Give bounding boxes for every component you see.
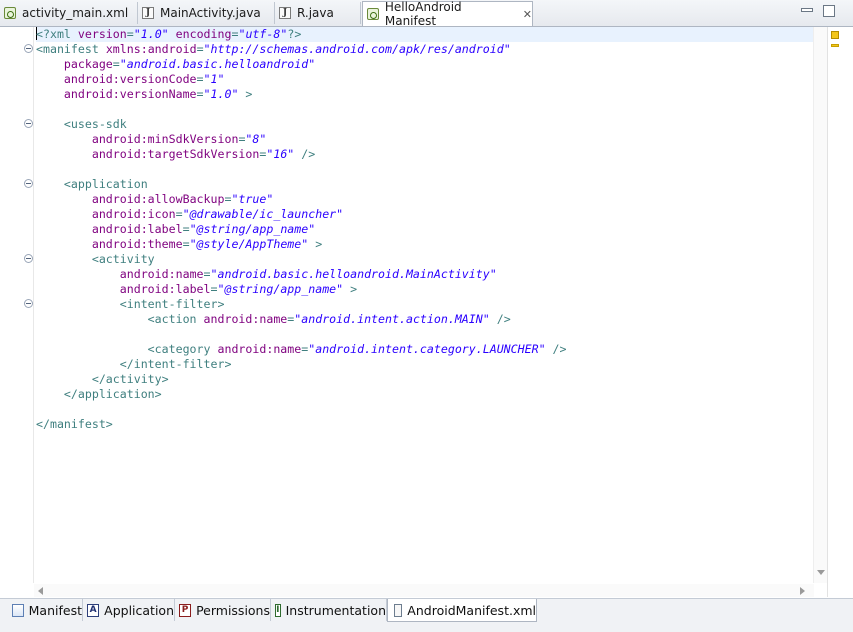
gutter-divider — [33, 27, 34, 583]
overview-ruler — [827, 27, 853, 597]
code-text[interactable]: <?xml version="1.0" encoding="utf-8"?> <m… — [36, 27, 816, 432]
code-line[interactable]: android:versionCode="1" — [36, 72, 816, 87]
tab-main-activity-java[interactable]: J MainActivity.java — [138, 2, 275, 24]
editor-tab-bar: activity_main.xml J MainActivity.java J … — [0, 0, 853, 28]
tab-androidmanifest-xml[interactable]: AndroidManifest.xml — [387, 599, 537, 622]
annotation-marker-icon[interactable] — [831, 44, 839, 47]
code-line[interactable]: <application — [36, 177, 816, 192]
warning-marker-icon[interactable] — [831, 31, 839, 39]
bottom-tab-label: Manifest — [28, 602, 82, 618]
code-line[interactable] — [36, 327, 816, 342]
code-line[interactable]: android:minSdkVersion="8" — [36, 132, 816, 147]
tab-permissions[interactable]: P Permissions — [175, 599, 271, 621]
scroll-left-arrow-icon[interactable] — [38, 587, 43, 595]
scroll-right-arrow-icon[interactable] — [800, 587, 805, 595]
permissions-icon: P — [179, 603, 192, 617]
code-line[interactable]: <action android:name="android.intent.act… — [36, 312, 816, 327]
xml-source-icon — [394, 603, 403, 617]
application-icon: A — [87, 603, 100, 617]
fold-collapse-icon[interactable] — [24, 299, 33, 308]
code-line[interactable] — [36, 402, 816, 417]
bottom-tab-label: Permissions — [196, 602, 270, 618]
tab-label: activity_main.xml — [22, 6, 129, 20]
tab-activity-main-xml[interactable]: activity_main.xml — [0, 2, 138, 24]
bottom-tab-label: Instrumentation — [285, 602, 386, 618]
code-line[interactable] — [36, 102, 816, 117]
fold-collapse-icon[interactable] — [24, 254, 33, 263]
code-line[interactable]: android:name="android.basic.helloandroid… — [36, 267, 816, 282]
fold-collapse-icon[interactable] — [24, 179, 33, 188]
code-line[interactable]: <manifest xmlns:android="http://schemas.… — [36, 42, 816, 57]
code-line[interactable]: android:theme="@style/AppTheme" > — [36, 237, 816, 252]
tab-label: MainActivity.java — [160, 6, 261, 20]
code-line[interactable]: </intent-filter> — [36, 357, 816, 372]
tab-label: R.java — [297, 6, 334, 20]
tab-label: HelloAndroid Manifest — [384, 0, 462, 28]
tab-instrumentation[interactable]: I Instrumentation — [271, 599, 387, 621]
java-file-icon: J — [279, 7, 291, 19]
scroll-down-arrow-icon[interactable] — [817, 570, 825, 575]
code-line[interactable]: android:label="@string/app_name" > — [36, 282, 816, 297]
code-line[interactable]: android:targetSdkVersion="16" /> — [36, 147, 816, 162]
code-line[interactable]: </activity> — [36, 372, 816, 387]
vertical-scrollbar[interactable] — [813, 27, 827, 583]
code-line[interactable]: </manifest> — [36, 417, 816, 432]
code-line[interactable]: android:icon="@drawable/ic_launcher" — [36, 207, 816, 222]
tab-manifest[interactable]: Manifest — [4, 599, 83, 621]
code-line[interactable]: </application> — [36, 387, 816, 402]
code-line[interactable]: <uses-sdk — [36, 117, 816, 132]
bottom-tab-label: Application — [104, 602, 174, 618]
instrumentation-icon: I — [275, 603, 281, 617]
horizontal-scrollbar[interactable] — [34, 584, 814, 597]
tab-application[interactable]: A Application — [83, 599, 175, 621]
tab-helloandroid-manifest[interactable]: HelloAndroid Manifest ✕ — [362, 0, 533, 28]
maximize-button[interactable] — [823, 5, 835, 17]
code-line[interactable]: <intent-filter> — [36, 297, 816, 312]
bottom-tab-label: AndroidManifest.xml — [407, 602, 536, 618]
code-line[interactable]: <category android:name="android.intent.c… — [36, 342, 816, 357]
code-line[interactable]: <activity — [36, 252, 816, 267]
android-file-icon — [367, 8, 379, 20]
code-line[interactable]: <?xml version="1.0" encoding="utf-8"?> — [36, 27, 816, 42]
code-line[interactable]: package="android.basic.helloandroid" — [36, 57, 816, 72]
manifest-icon — [12, 603, 24, 617]
code-line[interactable]: android:label="@string/app_name" — [36, 222, 816, 237]
java-file-icon: J — [142, 7, 154, 19]
tab-r-java[interactable]: J R.java — [275, 2, 361, 24]
minimize-button[interactable] — [801, 8, 813, 12]
xml-file-icon — [4, 7, 16, 19]
fold-collapse-icon[interactable] — [24, 44, 33, 53]
code-line[interactable]: android:allowBackup="true" — [36, 192, 816, 207]
code-line[interactable] — [36, 162, 816, 177]
code-line[interactable]: android:versionName="1.0" > — [36, 87, 816, 102]
fold-collapse-icon[interactable] — [24, 119, 33, 128]
close-icon[interactable]: ✕ — [523, 8, 532, 21]
